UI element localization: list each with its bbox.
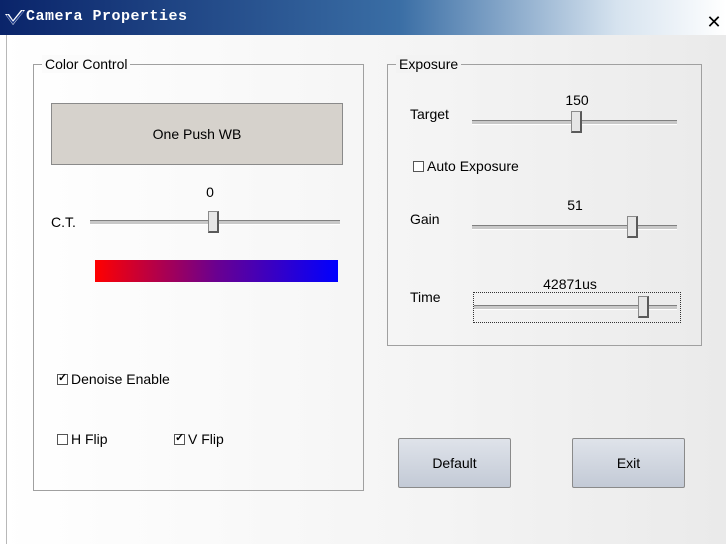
h-flip-label: H Flip — [71, 431, 108, 447]
ct-slider-thumb[interactable] — [208, 211, 219, 233]
checkmark-app-icon — [5, 10, 25, 25]
exit-button[interactable]: Exit — [572, 438, 685, 488]
default-button-label: Default — [432, 455, 477, 471]
auto-exposure-check-box[interactable] — [413, 160, 424, 172]
auto-exposure-label: Auto Exposure — [427, 158, 519, 174]
window-left-edge — [6, 35, 7, 544]
ct-value: 0 — [206, 184, 214, 200]
gain-value: 51 — [567, 197, 583, 213]
v-flip-check-box[interactable] — [174, 431, 185, 445]
time-value: 42871us — [543, 276, 597, 292]
target-value: 150 — [565, 92, 589, 108]
denoise-enable-checkbox[interactable]: Denoise Enable — [57, 371, 170, 387]
exit-button-label: Exit — [616, 455, 641, 471]
time-slider-thumb[interactable] — [638, 296, 649, 318]
h-flip-checkbox[interactable]: H Flip — [57, 431, 108, 447]
close-button[interactable]: ✕ — [704, 13, 724, 33]
one-push-wb-label: One Push WB — [152, 126, 242, 142]
target-label: Target — [410, 106, 449, 122]
denoise-enable-label: Denoise Enable — [71, 371, 170, 387]
target-slider-thumb[interactable] — [571, 111, 582, 133]
gain-label: Gain — [410, 211, 440, 227]
denoise-check-box[interactable] — [57, 371, 68, 385]
ct-label: C.T. — [51, 214, 76, 230]
color-control-label: Color Control — [42, 55, 131, 73]
v-flip-checkbox[interactable]: V Flip — [174, 431, 224, 447]
time-label: Time — [410, 289, 441, 305]
default-button[interactable]: Default — [398, 438, 511, 488]
exposure-label: Exposure — [396, 55, 462, 73]
v-flip-label: V Flip — [188, 431, 224, 447]
one-push-wb-button[interactable]: One Push WB — [51, 103, 343, 165]
auto-exposure-checkbox[interactable]: Auto Exposure — [413, 158, 519, 174]
gain-slider-track[interactable] — [472, 225, 677, 230]
camera-properties-window: Camera Properties ✕ Color Control One Pu… — [0, 0, 726, 544]
gain-slider-thumb[interactable] — [627, 216, 638, 238]
window-title: Camera Properties — [26, 8, 188, 25]
h-flip-check-box[interactable] — [57, 433, 68, 445]
color-temperature-gradient — [95, 260, 338, 282]
title-bar[interactable]: Camera Properties ✕ — [0, 0, 726, 35]
